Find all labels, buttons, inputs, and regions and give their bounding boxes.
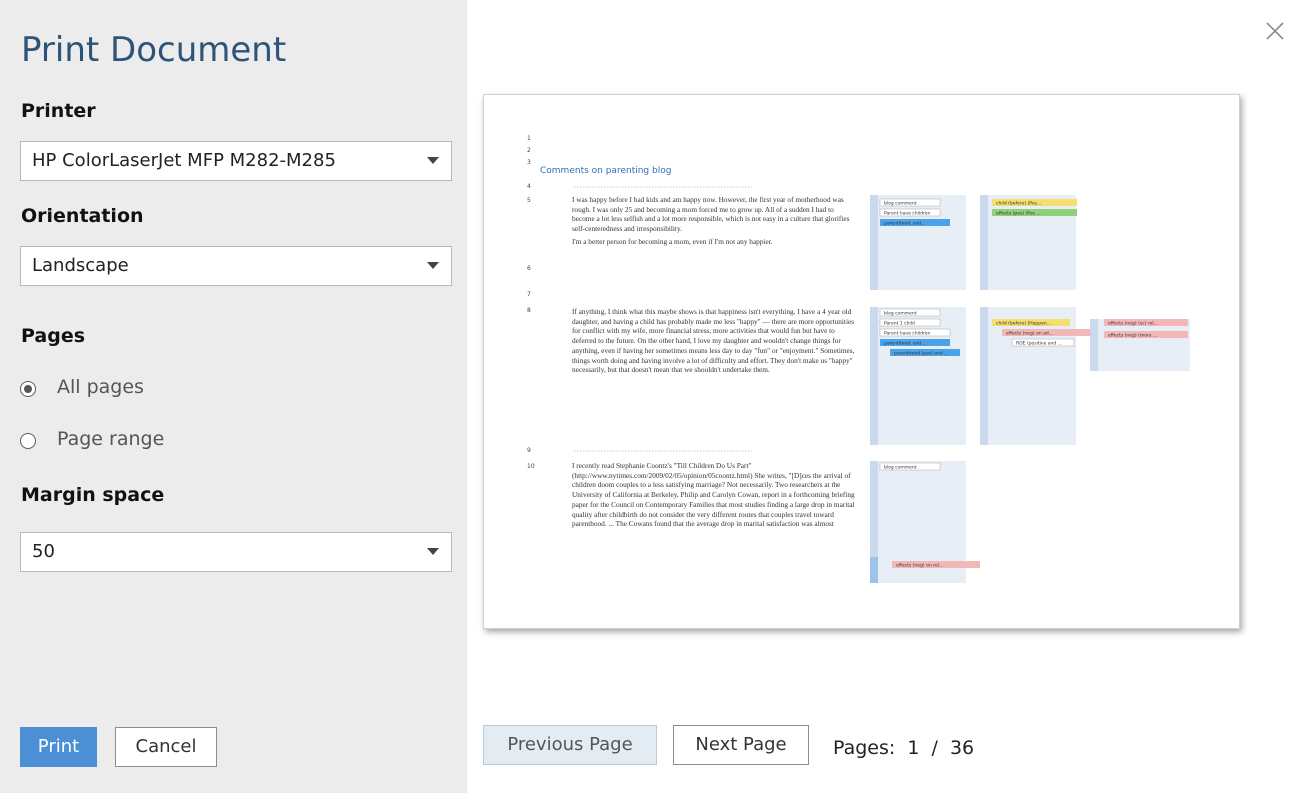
- printer-select-value: HP ColorLaserJet MFP M282-M285: [32, 150, 336, 171]
- printer-select[interactable]: HP ColorLaserJet MFP M282-M285: [20, 141, 452, 181]
- printer-label: Printer: [21, 100, 96, 122]
- line-number: 3: [527, 159, 531, 166]
- page-counter-label: Pages:: [833, 737, 896, 759]
- page-current: 1: [907, 737, 920, 759]
- code-label: effects (neg) on ad...: [1006, 331, 1053, 337]
- chevron-down-icon: [427, 157, 439, 164]
- radio-unchecked-icon: [20, 433, 36, 449]
- preview-paragraph-text: I'm a better person for becoming a mom, …: [572, 236, 773, 246]
- close-icon[interactable]: [1264, 20, 1286, 42]
- orientation-select[interactable]: Landscape: [20, 246, 452, 286]
- line-number: 1: [527, 135, 531, 142]
- dialog-title: Print Document: [21, 30, 287, 70]
- code-label: effects (neg) (more ...: [1108, 333, 1157, 339]
- line-number: 6: [527, 265, 531, 272]
- code-label: parenthood, and...: [884, 221, 926, 227]
- code-label: blog comment: [884, 465, 917, 471]
- radio-checked-icon: [20, 381, 36, 397]
- previous-page-button[interactable]: Previous Page: [483, 725, 657, 765]
- preview-paragraph-text: I recently read Stephanie Coontz's "Till…: [572, 461, 855, 529]
- radio-page-range[interactable]: Page range: [20, 428, 220, 454]
- print-button[interactable]: Print: [20, 727, 97, 767]
- code-label: parenthood (pos) and ...: [894, 351, 948, 357]
- margin-space-select[interactable]: 50: [20, 532, 452, 572]
- line-number: 4: [527, 183, 531, 190]
- line-number: 5: [527, 197, 531, 204]
- line-number: 8: [527, 307, 531, 314]
- preview-paragraph: If anything, I think what this maybe sho…: [572, 307, 855, 375]
- code-label: effects (neg) (sc) rel...: [1108, 321, 1158, 327]
- settings-panel: Print Document Printer HP ColorLaserJet …: [0, 0, 467, 793]
- page-counter: Pages: 1 / 36: [833, 737, 980, 759]
- code-label: Parent have children: [884, 211, 931, 217]
- preview-paragraph-text: I was happy before I had kids and am hap…: [572, 195, 850, 234]
- code-label: Parent 1 child: [884, 321, 915, 327]
- radio-all-pages[interactable]: All pages: [20, 376, 220, 402]
- preview-paragraph: I recently read Stephanie Coontz's "Till…: [572, 461, 855, 529]
- line-number: 10: [527, 463, 535, 470]
- page-preview-image: 1 2 3 4 5 6 7 8 9 10 Comments on parenti…: [527, 135, 1190, 583]
- code-label: child (before) (Pos...: [996, 201, 1041, 207]
- line-number: 9: [527, 447, 531, 454]
- preview-paragraph: I was happy before I had kids and am hap…: [572, 195, 850, 246]
- line-number: 2: [527, 147, 531, 154]
- chevron-down-icon: [427, 548, 439, 555]
- pages-label: Pages: [21, 325, 86, 347]
- margin-space-label: Margin space: [21, 484, 165, 506]
- code-label: effects (neg) on rel...: [896, 563, 943, 569]
- radio-page-range-label: Page range: [57, 428, 165, 450]
- next-page-button[interactable]: Next Page: [673, 725, 809, 765]
- code-label: ROE (positive and ...: [1016, 341, 1062, 347]
- code-label: blog comment: [884, 201, 917, 207]
- code-label: blog comment: [884, 311, 917, 317]
- chevron-down-icon: [427, 262, 439, 269]
- code-label: child (before) (Happen...: [996, 321, 1051, 327]
- page-preview: 1 2 3 4 5 6 7 8 9 10 Comments on parenti…: [483, 94, 1240, 629]
- page-total: 36: [949, 737, 975, 759]
- line-number: 7: [527, 291, 531, 298]
- code-label: Parent have children: [884, 331, 931, 337]
- code-label: effects (pos) (Pos ...: [996, 211, 1041, 217]
- page-separator: /: [931, 737, 938, 759]
- preview-heading: Comments on parenting blog: [540, 166, 671, 176]
- orientation-label: Orientation: [21, 205, 144, 227]
- code-label: parenthood, and...: [884, 341, 926, 347]
- coding-margin: blog comment Parent have children parent…: [870, 195, 1190, 583]
- cancel-button[interactable]: Cancel: [115, 727, 217, 767]
- radio-all-pages-label: All pages: [57, 376, 144, 398]
- orientation-select-value: Landscape: [32, 255, 129, 276]
- margin-space-select-value: 50: [32, 541, 55, 562]
- preview-paragraph-text: If anything, I think what this maybe sho…: [572, 307, 855, 375]
